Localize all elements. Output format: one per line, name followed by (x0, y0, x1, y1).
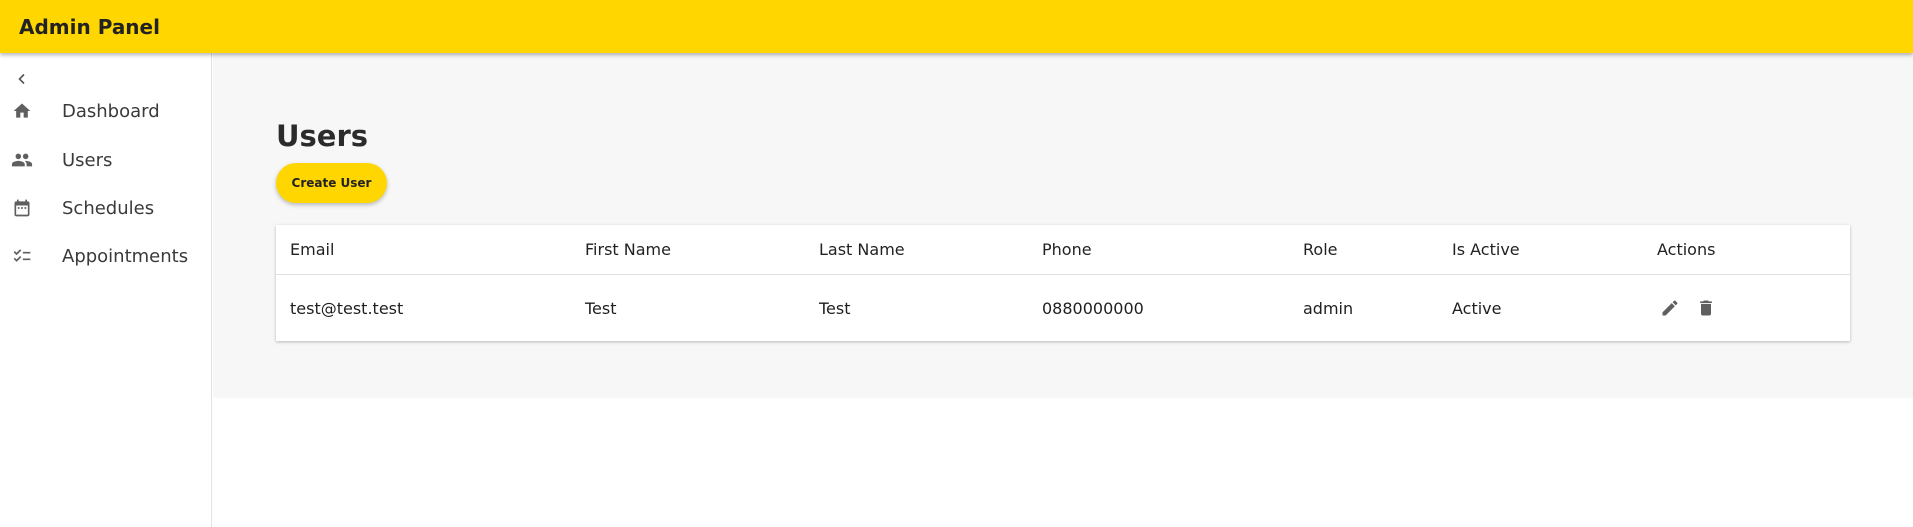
sidebar-item-schedules[interactable]: Schedules (0, 184, 211, 232)
sidebar-item-label: Users (62, 149, 113, 171)
column-header-role[interactable]: Role (1303, 225, 1337, 274)
table-row: test@test.test Test Test 0880000000 admi… (276, 275, 1850, 341)
delete-button[interactable] (1693, 295, 1719, 321)
sidebar-item-label: Appointments (62, 245, 189, 267)
column-header-is-active[interactable]: Is Active (1452, 225, 1520, 274)
calendar-icon (11, 197, 33, 219)
chevron-left-icon (16, 73, 28, 85)
sidebar: Dashboard Users Schedules Appointments (0, 53, 212, 527)
sidebar-item-users[interactable]: Users (0, 136, 211, 184)
cell-role: admin (1303, 298, 1354, 318)
page-title: Users (276, 119, 369, 153)
people-icon (11, 149, 33, 171)
checklist-icon (11, 245, 33, 267)
column-header-email[interactable]: Email (290, 225, 334, 274)
column-header-last-name[interactable]: Last Name (819, 225, 905, 274)
cell-is-active: Active (1452, 298, 1502, 318)
cell-first-name: Test (585, 298, 617, 318)
app-title: Admin Panel (19, 14, 160, 39)
users-table: Email First Name Last Name Phone Role Is… (276, 225, 1850, 341)
cell-email: test@test.test (290, 298, 404, 318)
main-content: Users Create User Email First Name Last … (213, 53, 1913, 398)
table-header: Email First Name Last Name Phone Role Is… (276, 225, 1850, 275)
delete-icon (1696, 298, 1716, 318)
home-icon (11, 100, 33, 122)
column-header-phone[interactable]: Phone (1042, 225, 1092, 274)
column-header-first-name[interactable]: First Name (585, 225, 671, 274)
app-bar: Admin Panel (0, 0, 1913, 53)
cell-actions (1657, 275, 1729, 341)
cell-phone: 0880000000 (1042, 298, 1144, 318)
sidebar-item-label: Schedules (62, 197, 155, 219)
edit-icon (1660, 298, 1680, 318)
create-user-button[interactable]: Create User (276, 163, 387, 203)
sidebar-item-label: Dashboard (62, 100, 160, 122)
sidebar-item-dashboard[interactable]: Dashboard (0, 87, 211, 135)
sidebar-item-appointments[interactable]: Appointments (0, 232, 211, 280)
column-header-actions: Actions (1657, 240, 1716, 259)
edit-button[interactable] (1657, 295, 1683, 321)
cell-last-name: Test (819, 298, 851, 318)
